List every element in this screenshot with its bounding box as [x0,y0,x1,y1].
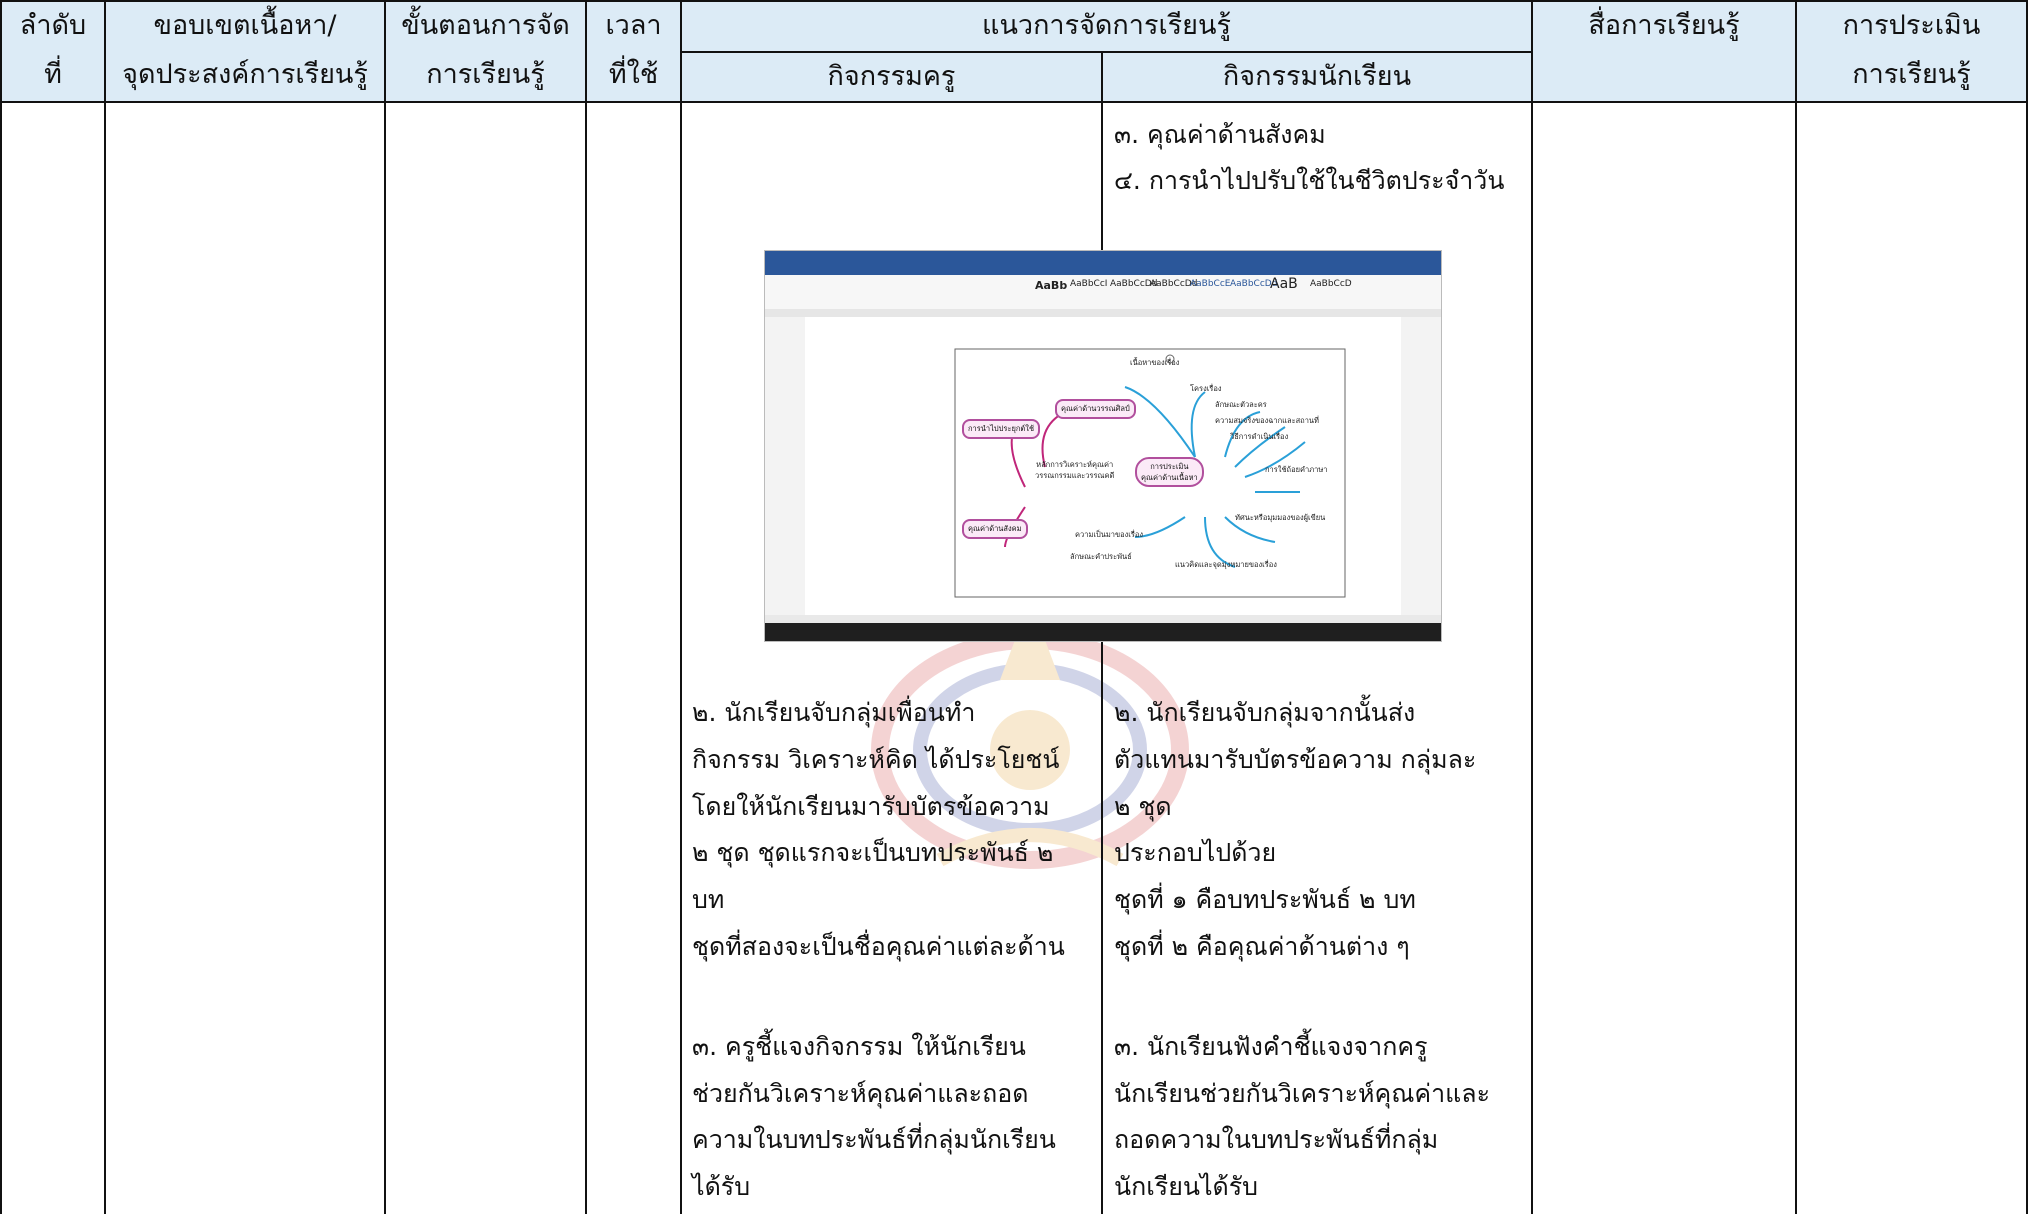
header-col-steps-line2: การเรียนรู้ [426,59,545,90]
mindmap-node: แนวคิดและจุดมุ่งหมายของเรื่อง [1175,560,1277,569]
mindmap-node: ความเป็นมาของเรื่อง [1075,530,1144,539]
student-step2-line5: ชุดที่ ๑ คือบทประพันธ์ ๒ บท [1114,885,1416,914]
lesson-plan-page: ลำดับ ที่ ขอบเขตเนื้อหา/ จุดประสงค์การเร… [0,0,2028,1214]
student-step3-line1: ๓. นักเรียนฟังคำชี้แจงจากครู [1114,1032,1428,1061]
word-mindmap-screenshot: AaBb AaBbCcI AaBbCcDd AaBbCcDd AaBbCcE A… [764,250,1442,642]
student-step3-line2: นักเรียนช่วยกันวิเคราะห์คุณค่าและ [1114,1079,1491,1108]
header-col-steps-line1: ขั้นตอนการจัด [401,10,570,41]
style-gallery-item: AaBbCcE [1190,279,1231,289]
style-gallery-item: AaBbCcI [1070,279,1108,289]
header-eval-line1: การประเมิน [1842,10,1981,41]
teacher-step2-line1: ๒. นักเรียนจับกลุ่มเพื่อนทำ [692,698,976,727]
style-gallery-item: AaBb [1035,279,1068,292]
teacher-step2-line5: บท [692,885,725,914]
word-document-canvas: เนื้อหาของเรื่อง โครงเรื่อง ลักษณะตัวละค… [805,317,1401,617]
student-step2-line1: ๒. นักเรียนจับกลุ่มจากนั้นส่ง [1114,698,1416,727]
mindmap-node: ลักษณะตัวละคร [1215,400,1267,409]
student-step2-line2: ตัวแทนมารับบัตรข้อความ กลุ่มละ [1114,745,1477,774]
style-gallery-item: AaB [1270,276,1298,292]
teacher-step3-line1: ๓. ครูชี้แจงกิจกรรม ให้นักเรียน [692,1032,1026,1061]
word-ribbon-tabs [765,265,1441,275]
teacher-step2-line6: ชุดที่สองจะเป็นชื่อคุณค่าแต่ละด้าน [692,932,1065,961]
mindmap-node: ความสมจริงของฉากและสถานที่ [1215,416,1320,425]
student-step3-line4: นักเรียนได้รับ [1114,1172,1259,1201]
mindmap-node: ทัศนะหรือมุมมองของผู้เขียน [1235,513,1326,522]
mindmap-node: การใช้ถ้อยคำภาษา [1265,465,1328,474]
header-col-time-line1: เวลา [605,10,662,41]
mindmap-node: โครงเรื่อง [1190,384,1222,393]
teacher-step2-line4: ๒ ชุด ชุดแรกจะเป็นบทประพันธ์ ๒ [692,838,1054,867]
mindmap-node: ลักษณะคำประพันธ์ [1070,552,1132,561]
teacher-step3-line3: ความในบทประพันธ์ที่กลุ่มนักเรียน [692,1125,1056,1154]
header-eval-line2: การเรียนรู้ [1852,59,1971,90]
mindmap-node-social: คุณค่าด้านสังคม [962,519,1028,539]
header-col-content-line2: จุดประสงค์การเรียนรู้ [122,59,368,90]
header-col-order-line1: ลำดับ [19,10,87,41]
header-teacher-activity: กิจกรรมครู [827,61,956,92]
teacher-step2-line3: โดยให้นักเรียนมารับบัตรข้อความ [692,792,1050,821]
header-group-approach: แนวการจัดการเรียนรู้ [982,10,1231,41]
word-title-bar [765,251,1441,265]
student-step2-line3: ๒ ชุด [1114,792,1172,821]
header-media: สื่อการเรียนรู้ [1588,10,1740,41]
teacher-step3-line4: ได้รับ [692,1172,751,1201]
header-student-activity: กิจกรรมนักเรียน [1222,61,1412,92]
mindmap-center: การประเมิน คุณค่าด้านเนื้อหา [1135,457,1204,487]
word-status-bar [765,615,1441,623]
mindmap-node-application: การนำไปประยุกต์ใช้ [962,419,1041,439]
teacher-step3-line2: ช่วยกันวิเคราะห์คุณค่าและถอด [692,1079,1029,1108]
student-step3-line3: ถอดความในบทประพันธ์ที่กลุ่ม [1114,1125,1439,1154]
student-item-4: ๔. การนำไปปรับใช้ในชีวิตประจำวัน [1114,166,1505,195]
mindmap-node-literary: คุณค่าด้านวรรณศิลป์ [1055,399,1136,419]
mindmap-node: วิธีการดำเนินเรื่อง [1230,432,1289,441]
student-item-3: ๓. คุณค่าด้านสังคม [1114,120,1326,149]
style-gallery-item: AaBbCcD [1310,279,1352,289]
mindmap-node: เนื้อหาของเรื่อง [1130,358,1180,367]
header-col-time-line2: ที่ใช้ [608,59,659,90]
header-col-content-line1: ขอบเขตเนื้อหา/ [153,10,337,41]
windows-taskbar [765,623,1441,641]
mindmap-principles: หลักการวิเคราะห์คุณค่า วรรณกรรมและวรรณคด… [1035,460,1115,480]
header-col-order-line2: ที่ [44,59,62,90]
student-step2-line6: ชุดที่ ๒ คือคุณค่าด้านต่าง ๆ [1114,932,1410,961]
word-ruler [765,309,1441,317]
teacher-step2-line2: กิจกรรม วิเคราะห์คิด ได้ประโยชน์ [692,745,1060,774]
student-step2-line4: ประกอบไปด้วย [1114,838,1277,867]
